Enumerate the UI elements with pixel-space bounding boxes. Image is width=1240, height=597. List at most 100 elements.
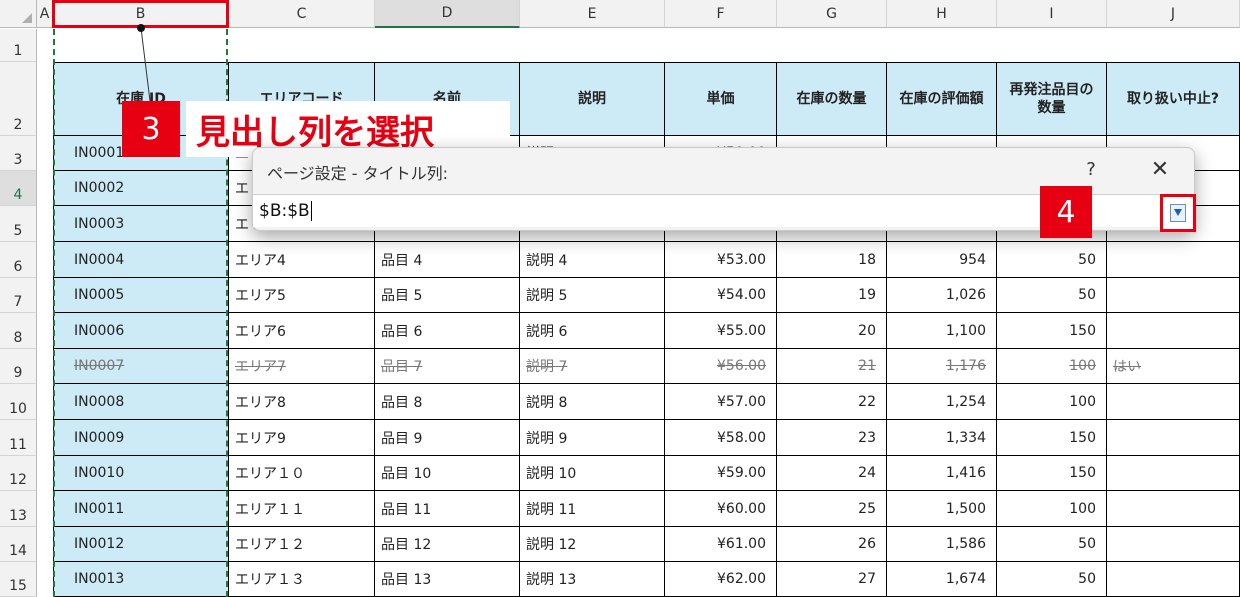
table-cell[interactable]: IN0007 bbox=[53, 349, 229, 384]
table-cell[interactable]: 品目 13 bbox=[375, 562, 520, 597]
table-cell[interactable]: エリア9 bbox=[229, 420, 375, 456]
table-cell[interactable] bbox=[1107, 242, 1240, 278]
table-cell[interactable]: 品目 9 bbox=[375, 420, 520, 456]
table-cell[interactable]: IN0005 bbox=[53, 278, 229, 313]
table-cell[interactable]: 50 bbox=[997, 527, 1107, 562]
table-cell[interactable]: ¥61.00 bbox=[665, 527, 777, 562]
row-header-14[interactable]: 14 bbox=[0, 527, 37, 562]
table-cell[interactable]: 25 bbox=[777, 491, 887, 527]
table-cell[interactable]: 品目 6 bbox=[375, 313, 520, 349]
row-header-11[interactable]: 11 bbox=[0, 420, 37, 456]
table-cell[interactable] bbox=[1107, 384, 1240, 420]
table-cell[interactable]: 説明 6 bbox=[520, 313, 665, 349]
table-cell[interactable]: 1,254 bbox=[887, 384, 997, 420]
table-cell[interactable]: 1,026 bbox=[887, 278, 997, 313]
table-cell[interactable]: IN0006 bbox=[53, 313, 229, 349]
table-cell[interactable]: ¥55.00 bbox=[665, 313, 777, 349]
table-cell[interactable]: 50 bbox=[997, 562, 1107, 597]
row-header-4[interactable]: 4 bbox=[0, 171, 37, 206]
row-header-12[interactable]: 12 bbox=[0, 456, 37, 491]
table-header-cell[interactable]: 単価 bbox=[665, 62, 777, 136]
table-cell[interactable]: 21 bbox=[777, 349, 887, 384]
table-cell[interactable]: 1,416 bbox=[887, 456, 997, 491]
table-cell[interactable]: 50 bbox=[997, 242, 1107, 278]
table-cell[interactable]: エリア5 bbox=[229, 278, 375, 313]
table-cell[interactable]: IN0009 bbox=[53, 420, 229, 456]
table-cell[interactable]: 150 bbox=[997, 420, 1107, 456]
table-cell[interactable]: IN0010 bbox=[53, 456, 229, 491]
table-cell[interactable]: IN0013 bbox=[53, 562, 229, 597]
table-cell[interactable]: 1,586 bbox=[887, 527, 997, 562]
column-header-i[interactable]: I bbox=[997, 0, 1107, 28]
column-header-h[interactable]: H bbox=[887, 0, 997, 28]
table-cell[interactable]: エリア１３ bbox=[229, 562, 375, 597]
table-cell[interactable]: ¥54.00 bbox=[665, 278, 777, 313]
table-cell[interactable]: 100 bbox=[997, 491, 1107, 527]
table-cell[interactable]: ¥53.00 bbox=[665, 242, 777, 278]
expand-dialog-button[interactable] bbox=[1160, 194, 1196, 232]
table-cell[interactable]: IN0012 bbox=[53, 527, 229, 562]
row-header-7[interactable]: 7 bbox=[0, 278, 37, 313]
table-cell[interactable]: エリア4 bbox=[229, 242, 375, 278]
table-cell[interactable]: 説明 5 bbox=[520, 278, 665, 313]
table-cell[interactable]: ¥57.00 bbox=[665, 384, 777, 420]
table-cell[interactable]: IN0011 bbox=[53, 491, 229, 527]
table-cell[interactable]: 1,334 bbox=[887, 420, 997, 456]
table-cell[interactable]: 品目 7 bbox=[375, 349, 520, 384]
row-header-2[interactable]: 2 bbox=[0, 62, 37, 136]
table-cell[interactable]: 品目 4 bbox=[375, 242, 520, 278]
table-cell[interactable]: 品目 5 bbox=[375, 278, 520, 313]
row-header-9[interactable]: 9 bbox=[0, 349, 37, 384]
table-cell[interactable]: エリア7 bbox=[229, 349, 375, 384]
table-cell[interactable]: 150 bbox=[997, 456, 1107, 491]
table-cell[interactable]: 100 bbox=[997, 384, 1107, 420]
table-cell[interactable]: 説明 11 bbox=[520, 491, 665, 527]
title-columns-input[interactable]: $B:$B bbox=[253, 194, 1160, 227]
table-cell[interactable]: 説明 4 bbox=[520, 242, 665, 278]
table-header-cell[interactable]: 説明 bbox=[520, 62, 665, 136]
row-header-13[interactable]: 13 bbox=[0, 491, 37, 527]
table-cell[interactable]: ¥56.00 bbox=[665, 349, 777, 384]
table-cell[interactable]: 品目 12 bbox=[375, 527, 520, 562]
table-cell[interactable]: IN0002 bbox=[53, 171, 229, 206]
table-cell[interactable] bbox=[1107, 491, 1240, 527]
table-cell[interactable]: 1,176 bbox=[887, 349, 997, 384]
table-cell[interactable]: 26 bbox=[777, 527, 887, 562]
table-cell[interactable]: 100 bbox=[997, 349, 1107, 384]
table-cell[interactable]: 説明 7 bbox=[520, 349, 665, 384]
close-button[interactable]: ✕ bbox=[1147, 156, 1173, 182]
table-cell[interactable]: 説明 12 bbox=[520, 527, 665, 562]
table-cell[interactable] bbox=[1107, 313, 1240, 349]
column-header-f[interactable]: F bbox=[665, 0, 777, 28]
table-cell[interactable]: 954 bbox=[887, 242, 997, 278]
row-header-15[interactable]: 15 bbox=[0, 562, 37, 597]
row-header-8[interactable]: 8 bbox=[0, 313, 37, 349]
table-cell[interactable]: エリア8 bbox=[229, 384, 375, 420]
table-cell[interactable]: IN0003 bbox=[53, 206, 229, 242]
table-cell[interactable]: ¥58.00 bbox=[665, 420, 777, 456]
table-header-cell[interactable]: 在庫の数量 bbox=[777, 62, 887, 136]
table-cell[interactable]: 27 bbox=[777, 562, 887, 597]
table-cell[interactable] bbox=[1107, 420, 1240, 456]
table-cell[interactable]: IN0008 bbox=[53, 384, 229, 420]
table-cell[interactable]: ¥60.00 bbox=[665, 491, 777, 527]
table-cell[interactable]: 22 bbox=[777, 384, 887, 420]
table-cell[interactable]: 20 bbox=[777, 313, 887, 349]
column-header-j[interactable]: J bbox=[1107, 0, 1240, 28]
table-cell[interactable]: エリア１０ bbox=[229, 456, 375, 491]
table-cell[interactable]: ¥62.00 bbox=[665, 562, 777, 597]
row-header-3[interactable]: 3 bbox=[0, 136, 37, 171]
table-cell[interactable]: 品目 10 bbox=[375, 456, 520, 491]
column-header-a[interactable]: A bbox=[37, 0, 53, 28]
row-header-10[interactable]: 10 bbox=[0, 384, 37, 420]
table-cell[interactable]: 説明 9 bbox=[520, 420, 665, 456]
table-cell[interactable]: 1,100 bbox=[887, 313, 997, 349]
table-cell[interactable]: 品目 11 bbox=[375, 491, 520, 527]
table-cell[interactable]: 23 bbox=[777, 420, 887, 456]
table-cell[interactable] bbox=[1107, 562, 1240, 597]
table-header-cell[interactable]: 取り扱い中止? bbox=[1107, 62, 1240, 136]
help-button[interactable]: ? bbox=[1079, 156, 1103, 182]
table-cell[interactable]: 説明 10 bbox=[520, 456, 665, 491]
table-cell[interactable] bbox=[1107, 527, 1240, 562]
table-cell[interactable] bbox=[1107, 278, 1240, 313]
